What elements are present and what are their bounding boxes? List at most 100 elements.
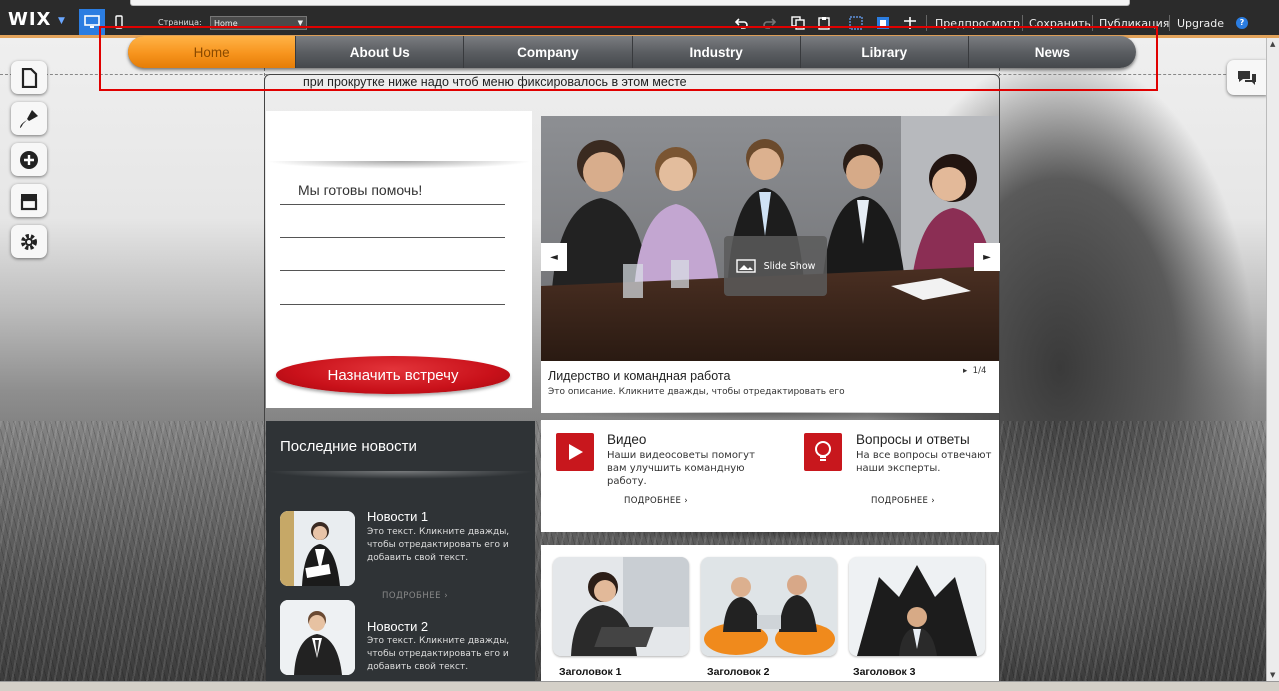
help-card-line (280, 237, 505, 238)
gallery-thumbnail-2[interactable] (701, 557, 837, 656)
help-card-title[interactable]: Мы готовы помочь! (298, 182, 422, 198)
feature-text-video[interactable]: Наши видеосоветы помогут вам улучшить ко… (607, 449, 767, 488)
menu-item-library[interactable]: Library (799, 36, 968, 68)
slideshow-counter[interactable]: ▸ 1/4 (963, 366, 986, 376)
slideshow-prev-button[interactable]: ◄ (541, 243, 567, 271)
add-button[interactable] (11, 143, 47, 176)
news-text-2[interactable]: Это текст. Кликните дважды, чтобы отреда… (367, 635, 517, 674)
undo-icon (735, 18, 748, 29)
chevron-down-icon: ▼ (297, 19, 303, 27)
paste-icon (818, 17, 830, 30)
snap-button[interactable] (875, 15, 891, 31)
news-text-1[interactable]: Это текст. Кликните дважды, чтобы отреда… (367, 526, 517, 565)
news-photo-1 (280, 511, 355, 586)
book-meeting-button[interactable]: Назначить встречу (276, 356, 510, 394)
feature-text-qa[interactable]: На все вопросы отвечают наши эксперты. (856, 449, 996, 475)
news-panel-shadow (266, 471, 535, 479)
mobile-icon (115, 15, 123, 29)
toolbar-separator (1169, 15, 1170, 31)
mobile-view-button[interactable] (110, 9, 128, 35)
menu-item-industry[interactable]: Industry (631, 36, 800, 68)
gallery-photo-2 (701, 557, 837, 656)
gallery-thumbnail-1[interactable] (553, 557, 689, 656)
menu-item-home[interactable]: Home (128, 36, 296, 68)
plus-circle-icon (20, 150, 38, 169)
scroll-down-icon[interactable]: ▼ (1270, 671, 1275, 679)
publish-link[interactable]: Публикация (1099, 17, 1169, 30)
qa-feature-button[interactable] (804, 433, 842, 471)
chat-bubbles-icon (1238, 70, 1256, 85)
news-heading[interactable]: Последние новости (280, 438, 417, 455)
feature-more-link-qa[interactable]: ПОДРОБНЕЕ › (871, 496, 935, 506)
arrow-right-icon: ► (983, 251, 991, 263)
help-card-line (280, 270, 505, 271)
slideshow-counter-value: 1/4 (972, 366, 987, 376)
play-icon (569, 444, 583, 460)
pages-button[interactable] (11, 61, 47, 94)
feature-more-link-video[interactable]: ПОДРОБНЕЕ › (624, 496, 688, 506)
help-icon[interactable]: ? (1236, 17, 1248, 29)
ruler-icon (904, 17, 916, 29)
slideshow-badge[interactable]: Slide Show (724, 236, 827, 296)
image-icon (735, 259, 756, 273)
gallery-photo-3 (849, 557, 985, 656)
settings-button[interactable] (11, 225, 47, 258)
news-photo-2 (280, 600, 355, 675)
site-navigation-menu: Home About Us Company Industry Library N… (128, 36, 1136, 68)
news-title-1[interactable]: Новости 1 (367, 509, 428, 524)
snap-icon (877, 17, 889, 29)
wix-logo[interactable]: WIX (8, 9, 51, 30)
copy-button[interactable] (790, 15, 806, 31)
menu-item-news[interactable]: News (967, 36, 1136, 68)
ruler-button[interactable] (902, 15, 918, 31)
gallery-title-2[interactable]: Заголовок 2 (707, 666, 770, 678)
preview-link[interactable]: Предпросмотр (935, 17, 1020, 30)
slideshow-shadow (541, 412, 999, 420)
page-selector-value: Home (214, 19, 238, 28)
redo-button[interactable] (761, 15, 777, 31)
app-market-button[interactable] (11, 184, 47, 217)
paste-button[interactable] (816, 15, 832, 31)
news-thumbnail-2[interactable] (280, 600, 355, 675)
news-more-link-1[interactable]: ПОДРОБНЕЕ › (382, 591, 448, 601)
page-icon (21, 67, 38, 88)
save-link[interactable]: Сохранить (1029, 17, 1091, 30)
arrow-left-icon: ◄ (550, 251, 558, 263)
help-card-line (280, 204, 505, 205)
copy-icon (791, 16, 805, 30)
gear-icon (21, 233, 37, 250)
features-shadow (541, 532, 999, 540)
store-icon (20, 193, 38, 210)
feature-title-qa[interactable]: Вопросы и ответы (856, 432, 970, 447)
news-thumbnail-1[interactable] (280, 511, 355, 586)
redo-icon (763, 18, 776, 29)
slideshow-badge-label: Slide Show (763, 260, 816, 272)
design-button[interactable] (11, 102, 47, 135)
gallery-title-3[interactable]: Заголовок 3 (853, 666, 916, 678)
wix-menu-caret-icon[interactable]: ▼ (58, 16, 65, 26)
scroll-up-icon[interactable]: ▲ (1270, 40, 1275, 48)
menu-item-about-us[interactable]: About Us (295, 36, 463, 68)
gallery-photo-1 (553, 557, 689, 656)
upgrade-link[interactable]: Upgrade (1177, 17, 1224, 30)
gallery-title-1[interactable]: Заголовок 1 (559, 666, 622, 678)
undo-button[interactable] (734, 15, 750, 31)
desktop-icon (84, 15, 100, 28)
news-title-2[interactable]: Новости 2 (367, 619, 428, 634)
lightbulb-icon (815, 441, 831, 461)
slideshow-next-button[interactable]: ► (974, 243, 1000, 271)
chat-button[interactable] (1227, 60, 1267, 95)
video-feature-button[interactable] (556, 433, 594, 471)
slideshow-caption[interactable]: Лидерство и командная работа (548, 369, 730, 383)
page-selector-dropdown[interactable]: Home ▼ (210, 16, 307, 30)
gridlines-button[interactable] (848, 15, 864, 31)
note-text[interactable]: при прокрутке ниже надо чтоб меню фиксир… (303, 75, 687, 89)
editor-top-bar: WIX ▼ Страница: Home ▼ Предпросмотр Сохр… (0, 0, 1279, 38)
play-small-icon: ▸ (963, 366, 973, 376)
desktop-view-button[interactable] (79, 9, 105, 35)
slideshow-description[interactable]: Это описание. Кликните дважды, чтобы отр… (548, 387, 845, 397)
feature-title-video[interactable]: Видео (607, 432, 646, 447)
menu-item-company[interactable]: Company (463, 36, 631, 68)
gallery-thumbnail-3[interactable] (849, 557, 985, 656)
vertical-scrollbar[interactable]: ▲ ▼ (1266, 38, 1279, 681)
